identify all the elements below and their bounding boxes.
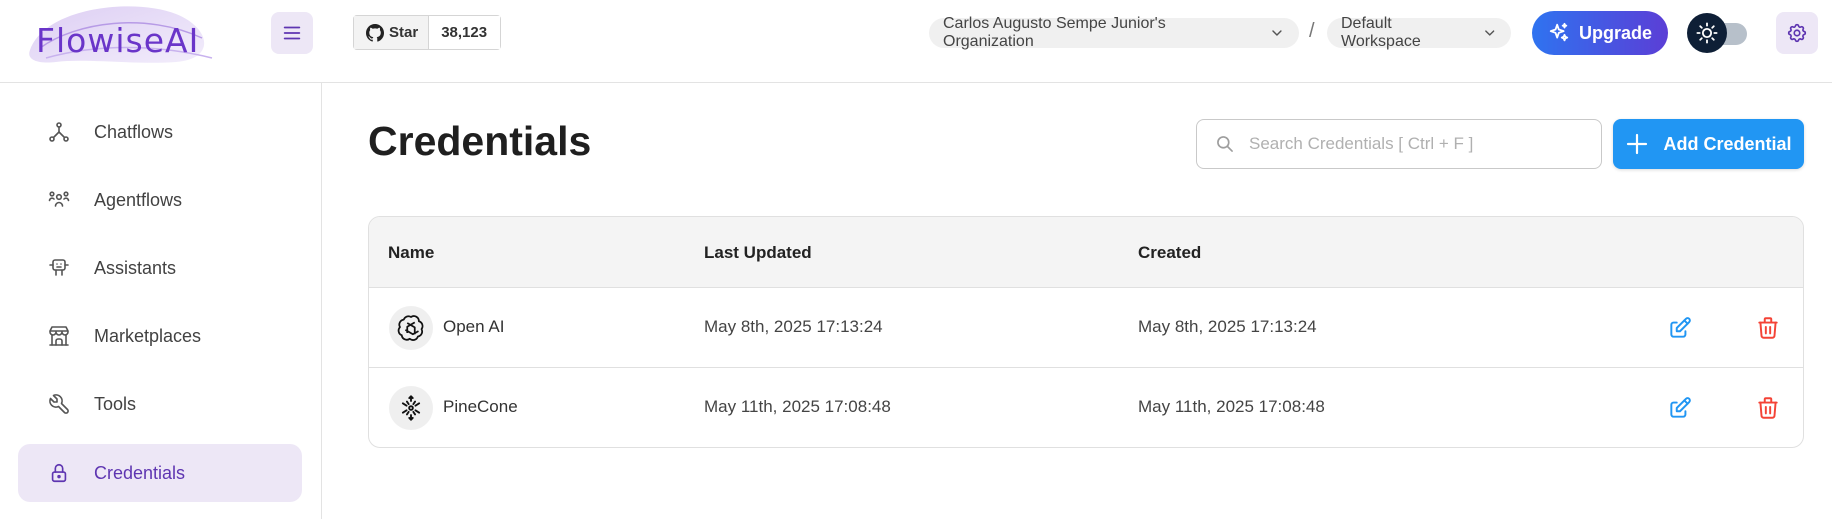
trash-icon — [1758, 317, 1778, 339]
table-row: Open AI May 8th, 2025 17:13:24 May 8th, … — [369, 288, 1803, 368]
column-header-last-updated[interactable]: Last Updated — [704, 243, 812, 263]
delete-button[interactable] — [1752, 312, 1784, 344]
chevron-down-icon — [1484, 30, 1494, 36]
menu-icon — [283, 26, 301, 40]
credential-created: May 8th, 2025 17:13:24 — [1138, 317, 1317, 336]
search-box[interactable] — [1196, 119, 1602, 169]
organization-selector[interactable]: Carlos Augusto Sempe Junior's Organizati… — [929, 15, 1299, 50]
github-star-count[interactable]: 38,123 — [429, 16, 501, 49]
credential-last-updated: May 8th, 2025 17:13:24 — [704, 317, 883, 336]
hierarchy-icon — [46, 119, 72, 145]
sidebar-item-label: Agentflows — [94, 189, 183, 210]
plus-icon — [1627, 133, 1648, 155]
sidebar-toggle-button[interactable] — [271, 12, 313, 54]
column-header-name[interactable]: Name — [388, 243, 434, 263]
page-title: Credentials — [368, 118, 592, 164]
organization-name: Carlos Augusto Sempe Junior's Organizati… — [943, 15, 1166, 50]
sidebar-item-agentflows[interactable]: Agentflows — [18, 171, 302, 229]
add-credential-label: Add Credential — [1663, 133, 1792, 154]
credential-name: Open AI — [443, 317, 505, 336]
sidebar-item-label: Credentials — [94, 462, 186, 483]
breadcrumb-separator: / — [1309, 20, 1315, 42]
top-header: FlowiseAI Star 38,123 Carlos Augusto Sem… — [0, 0, 1832, 83]
upgrade-label: Upgrade — [1578, 22, 1652, 43]
credential-created: May 11th, 2025 17:08:48 — [1138, 397, 1325, 416]
settings-button[interactable] — [1776, 12, 1818, 54]
search-input[interactable] — [1249, 134, 1589, 154]
github-star-widget[interactable]: Star 38,123 — [353, 15, 502, 50]
workspace-name: Default Workspace — [1341, 15, 1421, 50]
github-star-label: Star — [389, 24, 419, 41]
sidebar-item-credentials[interactable]: Credentials — [18, 444, 302, 502]
lock-icon — [46, 460, 72, 486]
tool-icon — [46, 391, 72, 417]
github-star-button[interactable]: Star — [354, 16, 430, 49]
sparkles-icon — [1549, 22, 1569, 42]
edit-button[interactable] — [1664, 312, 1696, 344]
flowise-logo[interactable]: FlowiseAI — [26, 4, 218, 64]
table-row: PineCone May 11th, 2025 17:08:48 May 11t… — [369, 368, 1803, 447]
logo-text: FlowiseAI — [36, 21, 200, 60]
robot-icon — [46, 255, 72, 281]
table-header: Name Last Updated Created — [369, 217, 1803, 288]
sidebar-item-label: Chatflows — [94, 121, 174, 142]
chevron-down-icon — [1272, 30, 1282, 36]
sidebar-item-label: Marketplaces — [94, 325, 202, 346]
edit-button[interactable] — [1664, 392, 1696, 424]
trash-icon — [1758, 397, 1778, 419]
credentials-table: Name Last Updated Created Open AI May 8t… — [368, 216, 1804, 448]
users-group-icon — [46, 187, 72, 213]
sidebar-item-label: Tools — [94, 393, 137, 414]
pinecone-icon — [389, 386, 433, 430]
gear-icon — [1787, 23, 1807, 43]
edit-icon — [1670, 317, 1691, 338]
theme-toggle[interactable] — [1687, 13, 1749, 53]
upgrade-button[interactable]: Upgrade — [1532, 11, 1668, 55]
theme-toggle-knob — [1687, 13, 1727, 53]
delete-button[interactable] — [1752, 392, 1784, 424]
add-credential-button[interactable]: Add Credential — [1613, 119, 1804, 169]
sidebar-item-chatflows[interactable]: Chatflows — [18, 103, 302, 161]
github-icon — [366, 23, 384, 42]
openai-icon — [389, 306, 433, 350]
edit-icon — [1670, 397, 1691, 418]
sidebar-item-label: Assistants — [94, 257, 177, 278]
column-header-created[interactable]: Created — [1138, 243, 1201, 263]
sidebar: Chatflows Agentflows Assistants Marketpl… — [0, 83, 322, 519]
sidebar-item-assistants[interactable]: Assistants — [18, 239, 302, 297]
search-icon — [1217, 136, 1233, 152]
sidebar-item-tools[interactable]: Tools — [18, 375, 302, 433]
building-store-icon — [46, 323, 72, 349]
sidebar-item-marketplaces[interactable]: Marketplaces — [18, 307, 302, 365]
workspace-selector[interactable]: Default Workspace — [1327, 15, 1511, 50]
sun-icon — [1696, 22, 1718, 44]
credential-last-updated: May 11th, 2025 17:08:48 — [704, 397, 891, 416]
credential-name: PineCone — [443, 397, 518, 416]
